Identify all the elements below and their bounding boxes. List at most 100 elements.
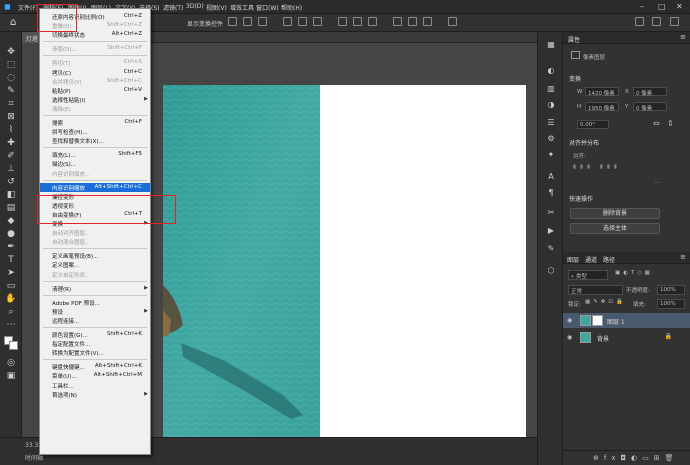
tab-channels[interactable]: 通道 (585, 255, 597, 264)
align-buttons[interactable]: ▮▮▮ ▮▮▮ (573, 164, 621, 170)
align-bottom-icon[interactable] (313, 17, 322, 26)
edit-menu-item[interactable]: 选择性粘贴(I) ▶ (40, 95, 150, 104)
share-icon[interactable] (670, 17, 679, 26)
menu-help[interactable]: 帮助(H) (281, 3, 302, 12)
angle-field[interactable]: 0.00° (577, 120, 609, 129)
pen-tool-icon[interactable]: ✒ (5, 241, 17, 253)
edit-menu-item[interactable]: 转换为配置文件(V)... (40, 348, 150, 357)
color-panel-icon[interactable]: ◐ (546, 66, 556, 76)
y-field[interactable]: 0 像素 (633, 102, 667, 112)
edit-menu-item[interactable]: 合并拷贝(Y) Shift+Ctrl+C (40, 77, 150, 86)
edit-menu-item[interactable]: 颜色设置(G)... Shift+Ctrl+K (40, 330, 150, 339)
edit-menu-item[interactable]: 指定配置文件... (40, 339, 150, 348)
edit-menu-item[interactable]: 自动混合图层... (40, 237, 150, 246)
adjustments-panel-icon[interactable]: ◑ (546, 100, 556, 110)
edit-menu-item[interactable]: 清理(R) ▶ (40, 284, 150, 293)
edit-menu-item[interactable]: 工具栏... (40, 381, 150, 390)
shape-tool-icon[interactable]: ▭ (5, 280, 17, 292)
edit-menu-item[interactable]: 自动对齐图层... (40, 228, 150, 237)
menu-file[interactable]: 文件(F) (18, 3, 38, 12)
quick-actions-title[interactable]: 快速操作 (569, 194, 593, 203)
edit-menu-item[interactable]: 查找和替换文本(X)... (40, 136, 150, 145)
navigator-panel-icon[interactable]: ✦ (546, 150, 556, 160)
layer-name[interactable]: 背景 (597, 334, 609, 343)
align-center-icon[interactable] (243, 17, 252, 26)
learn-panel-icon[interactable]: ☰ (546, 118, 556, 128)
align-right-icon[interactable] (258, 17, 267, 26)
layer-row-1[interactable]: ◉ 图层 1 (563, 313, 690, 328)
edit-menu-item[interactable]: 远程连接... (40, 316, 150, 325)
visibility-eye-icon[interactable]: ◉ (567, 317, 572, 324)
remove-background-button[interactable]: 删除背景 (570, 208, 660, 219)
visibility-eye-icon[interactable]: ◉ (567, 334, 572, 341)
more-options-icon[interactable] (448, 17, 457, 26)
align-top-icon[interactable] (283, 17, 292, 26)
layers-menu-icon[interactable]: ≡ (680, 253, 686, 261)
background-color-swatch[interactable] (9, 341, 18, 350)
width-field[interactable]: 1420 像素 (585, 87, 619, 97)
menu-view[interactable]: 视图(V) (206, 3, 227, 12)
home-icon[interactable]: ⌂ (10, 17, 16, 28)
align-middle-icon[interactable] (298, 17, 307, 26)
edit-menu-item[interactable]: 首选项(N) ▶ (40, 390, 150, 399)
edit-menu-item[interactable]: 清除(E) (40, 104, 150, 113)
quick-mask-icon[interactable]: ◎ (5, 357, 17, 369)
layer-row-background[interactable]: ◉ 背景 🔒 (563, 330, 690, 345)
fill-field[interactable]: 100% (657, 299, 685, 309)
edit-menu-item[interactable]: 内容识别填充... (40, 169, 150, 178)
3d-panel-icon[interactable]: ⬡ (546, 266, 556, 276)
search-icon[interactable] (635, 17, 644, 26)
edit-menu-item[interactable]: 渐隐(D)... Shift+Ctrl+F (40, 44, 150, 53)
tool-presets-icon[interactable]: ✂ (546, 208, 556, 218)
edit-menu-item[interactable]: 粘贴(P) Ctrl+V (40, 86, 150, 95)
menu-window[interactable]: 窗口(W) (256, 3, 279, 12)
edit-menu-item[interactable]: 搜索 Ctrl+F (40, 118, 150, 127)
layer-filter-select[interactable]: ⌕ 类型 (568, 270, 608, 280)
history-panel-icon[interactable]: ▦ (546, 40, 556, 50)
align-section-title[interactable]: 对齐并分布 (569, 138, 599, 147)
gradient-tool-icon[interactable]: ▤ (5, 202, 17, 214)
layer-actions[interactable]: ⊕fx◘◐▭⊞🗑 (593, 454, 678, 462)
transform-section-title[interactable]: 变换 (569, 74, 581, 83)
edit-menu-item[interactable]: 预设 ▶ (40, 307, 150, 316)
close-icon[interactable]: ✕ (676, 2, 683, 11)
distribute-right-icon[interactable] (423, 17, 432, 26)
select-subject-button[interactable]: 选择主体 (570, 223, 660, 234)
character-panel-icon[interactable]: A (546, 172, 556, 182)
edit-menu-item[interactable]: 定义画笔预设(B)... (40, 251, 150, 260)
blend-mode-select[interactable]: 正常 (568, 285, 623, 295)
type-tool-icon[interactable]: T (5, 254, 17, 266)
edit-menu-item[interactable]: 拼写检查(H)... (40, 127, 150, 136)
distribute-left-icon[interactable] (393, 17, 402, 26)
edit-menu-item[interactable]: 拷贝(C) Ctrl+C (40, 68, 150, 77)
distribute-bottom-icon[interactable] (368, 17, 377, 26)
opacity-field[interactable]: 100% (657, 285, 685, 295)
path-select-icon[interactable]: ➤ (5, 267, 17, 279)
height-field[interactable]: 1950 像素 (585, 102, 619, 112)
swatches-panel-icon[interactable]: ▥ (546, 84, 556, 94)
move-tool-icon[interactable]: ✥ (5, 46, 17, 58)
panel-menu-icon[interactable]: ≡ (680, 33, 686, 41)
brush-panel-icon[interactable]: ✎ (546, 244, 556, 254)
flip-vertical-icon[interactable]: ⇕ (667, 119, 674, 128)
dodge-tool-icon[interactable]: ● (5, 228, 17, 240)
crop-tool-icon[interactable]: ⌗ (5, 98, 17, 110)
workspace-icon[interactable] (652, 17, 661, 26)
menu-filter[interactable]: 滤镜(T) (163, 3, 183, 12)
zoom-tool-icon[interactable]: ⌕ (5, 306, 17, 318)
tab-layers[interactable]: 图层 (567, 255, 579, 264)
screen-mode-icon[interactable]: ▣ (5, 370, 17, 382)
edit-menu-item[interactable]: 定义自定形状... (40, 270, 150, 279)
edit-menu-item[interactable]: 定义图案... (40, 260, 150, 269)
menu-3d[interactable]: 3D(D) (186, 3, 204, 10)
properties-title[interactable]: 属性 (568, 35, 580, 44)
edit-menu-item[interactable]: 剪切(T) Ctrl+X (40, 58, 150, 67)
healing-brush-icon[interactable]: ✚ (5, 137, 17, 149)
clone-stamp-icon[interactable]: ⊥ (5, 163, 17, 175)
edit-menu-item[interactable]: 填充(L)... Shift+F5 (40, 150, 150, 159)
layer-name[interactable]: 图层 1 (607, 317, 625, 326)
marquee-tool-icon[interactable]: ⬚ (5, 59, 17, 71)
menu-plugins[interactable]: 增效工具 (230, 3, 254, 12)
filter-icons[interactable]: ▣◐T◇▦ (615, 270, 653, 276)
blur-tool-icon[interactable]: ◆ (5, 215, 17, 227)
